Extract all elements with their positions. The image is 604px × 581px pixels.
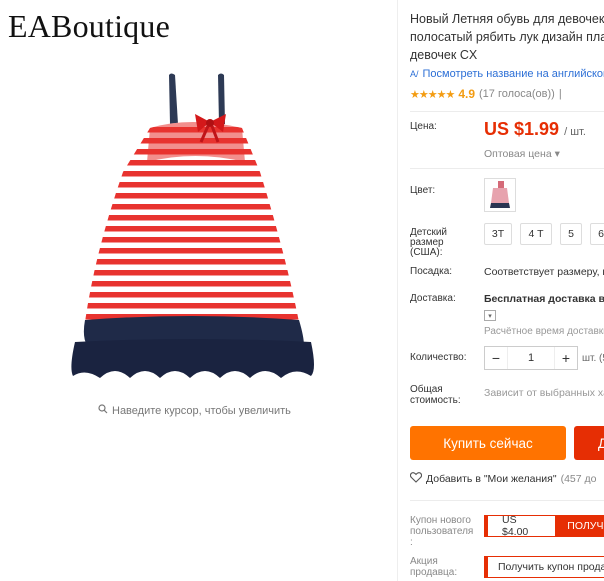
quantity-unit: шт. (5 [582,353,604,364]
size-label: Детский размер (США): [410,227,448,258]
translate-title-link[interactable]: A/ Посмотреть название на английском [410,68,604,80]
new-user-coupon[interactable]: US $4.00 ПОЛУЧИ [484,514,604,538]
product-title: Новый Летняя обувь для девочек полосатый… [410,12,604,62]
shipping-dropdown-chevron-icon[interactable]: ▾ [484,310,496,321]
add-to-cart-button[interactable]: Д [574,426,604,460]
price-unit: / шт. [564,126,586,138]
rating-stars-icon: ★★★★★ [410,88,455,101]
buy-now-button[interactable]: Купить сейчас [410,426,566,460]
quantity-input[interactable]: 1 [507,347,555,369]
price-value: US $1.99 / шт. [484,119,586,140]
get-coupon-button[interactable]: ПОЛУЧИ [555,516,604,536]
quantity-decrease-button[interactable]: − [485,350,507,366]
heart-icon [410,472,423,486]
product-info-panel: Новый Летняя обувь для девочек полосатый… [410,0,604,581]
quantity-stepper: − 1 + [484,346,578,370]
coupon-amount: US $4.00 [485,514,555,538]
rating-value: 4.9 [458,87,475,101]
rating-row[interactable]: ★★★★★ 4.9 (17 голоса(ов)) | [410,87,562,101]
wishlist-count: (457 до [560,473,597,485]
seller-promo-label: Акция продавца: [410,556,458,578]
wholesale-price-toggle[interactable]: Оптовая цена ▾ [484,148,560,160]
dress-image [71,73,315,378]
translate-icon: A/ [410,69,419,79]
zoom-hint: Наведите курсор, чтобы увеличить [98,404,291,417]
fit-label: Посадка: [410,266,453,277]
wishlist-label: Добавить в "Мои желания" [426,473,557,485]
quantity-increase-button[interactable]: + [555,350,577,366]
size-option[interactable]: 6 [590,223,604,245]
divider [410,500,604,501]
product-main-image[interactable] [55,72,320,392]
price-amount: US $1.99 [484,119,560,139]
product-gallery-panel: EABoutique Наведите курсор, чтобы увелич… [0,0,396,581]
size-option[interactable]: 5 [560,223,582,245]
quantity-label: Количество: [410,352,467,363]
color-label: Цвет: [410,185,436,196]
color-option-thumbnail[interactable] [484,178,516,212]
rating-separator: | [558,88,562,100]
add-to-wishlist-link[interactable]: Добавить в "Мои желания" (457 до [410,472,597,486]
shipping-estimate: Расчётное время доставки [484,326,604,337]
price-label: Цена: [410,121,437,132]
divider [410,111,604,112]
store-logo[interactable]: EABoutique [8,8,170,45]
panel-divider [397,0,398,581]
zoom-hint-text: Наведите курсор, чтобы увеличить [112,404,291,417]
translate-link-label: Посмотреть название на английском [422,68,604,80]
fit-value: Соответствует размеру, выбирайте [484,266,604,278]
shipping-label: Доставка: [410,293,456,304]
size-option[interactable]: 4 T [520,223,552,245]
total-value: Зависит от выбранных характеристик [484,387,604,399]
rating-votes[interactable]: (17 голоса(ов)) [479,88,555,100]
shipping-value[interactable]: Бесплатная доставка в Россию [484,293,604,305]
new-user-coupon-label: Купон нового пользователя : [410,515,474,548]
size-option[interactable]: 3T [484,223,512,245]
get-seller-coupon-button[interactable]: Получить купон продавца [485,557,604,577]
total-label: Общая стоимость: [410,384,461,406]
seller-coupon[interactable]: Получить купон продавца [484,556,604,578]
magnifier-icon [98,404,108,417]
divider [410,168,604,169]
